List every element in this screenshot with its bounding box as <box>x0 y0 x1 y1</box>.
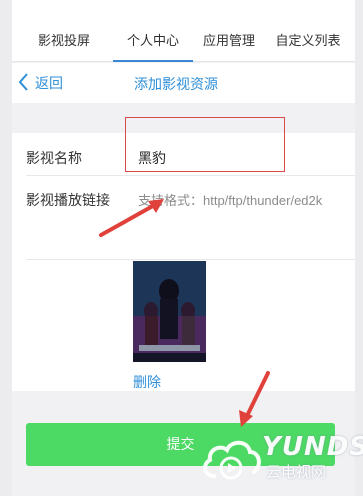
link-input[interactable]: 支持格式：http/ftp/thunder/ed2k <box>138 190 338 209</box>
link-label: 影视播放链接 <box>26 192 110 208</box>
top-tab-bar: 影视投屏 个人中心 应用管理 自定义列表 <box>12 0 355 62</box>
tab-app-management[interactable]: 应用管理 <box>194 30 264 62</box>
movie-poster-image <box>133 261 206 362</box>
watermark-title: YUNDS <box>262 432 363 462</box>
page-title: 添加影视资源 <box>134 76 218 92</box>
link-row: 影视播放链接 支持格式：http/ftp/thunder/ed2k <box>12 178 355 218</box>
tab-custom-list[interactable]: 自定义列表 <box>268 30 348 62</box>
chevron-left-icon <box>18 72 35 94</box>
back-label: 返回 <box>35 75 63 91</box>
highlight-annotation-box <box>125 117 285 172</box>
tab-personal-center[interactable]: 个人中心 <box>113 30 193 62</box>
right-edge <box>355 0 363 496</box>
left-edge <box>0 0 12 496</box>
divider <box>26 175 355 176</box>
delete-poster-link[interactable]: 删除 <box>133 372 161 392</box>
divider <box>26 259 355 260</box>
back-button[interactable]: 返回 <box>18 71 63 95</box>
yunds-watermark-logo: YUNDS 云电视网 <box>200 428 363 488</box>
watermark-subtitle: 云电视网 <box>266 464 327 481</box>
cloud-tv-icon <box>203 440 261 480</box>
active-tab-indicator <box>113 60 193 62</box>
tab-video-cast[interactable]: 影视投屏 <box>34 30 94 62</box>
navigation-bar: 返回 添加影视资源 <box>12 63 355 103</box>
name-label: 影视名称 <box>26 150 82 166</box>
